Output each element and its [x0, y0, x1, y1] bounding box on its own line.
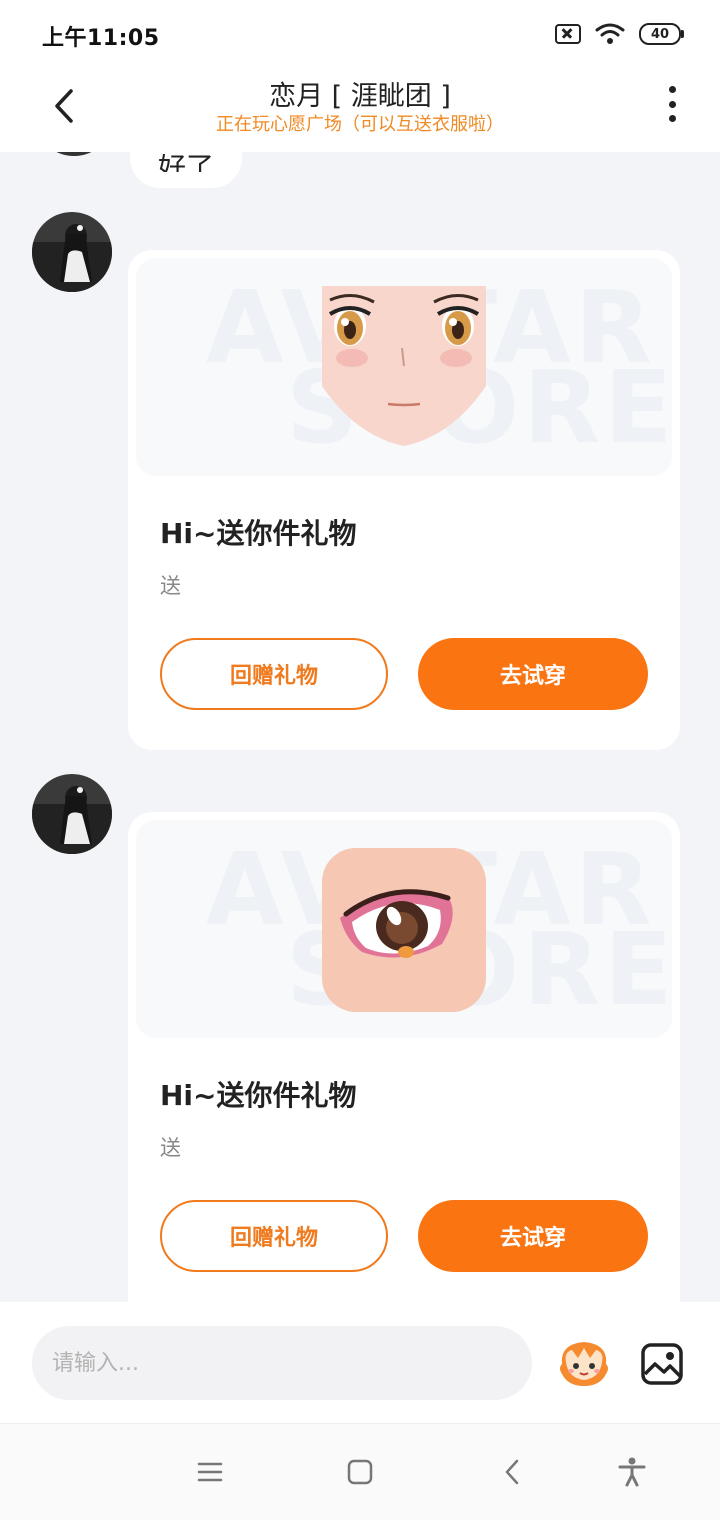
sticker-button[interactable] — [556, 1338, 612, 1390]
nav-back-button[interactable] — [492, 1452, 532, 1492]
back-arrow-icon — [505, 1459, 519, 1485]
chat-header: 恋月 [ 涯眦团 ] 正在玩心愿广场（可以互送衣服啦） — [0, 66, 720, 152]
more-dot-icon — [668, 100, 676, 108]
input-bar — [0, 1302, 720, 1424]
status-icons: 40 — [555, 22, 684, 46]
avatar[interactable] — [34, 152, 114, 156]
message-bubble[interactable]: 好了 — [130, 152, 243, 188]
menu-icon — [197, 1462, 223, 1482]
message-text: 好了 — [158, 154, 215, 172]
face-item-icon — [322, 286, 486, 446]
image-picker-button[interactable] — [640, 1342, 684, 1386]
battery-level: 40 — [639, 23, 681, 45]
try-on-button[interactable]: 去试穿 — [418, 1200, 648, 1272]
image-icon — [641, 1343, 683, 1385]
gift-subtitle: 送 — [160, 1136, 181, 1160]
gift-subtitle: 送 — [160, 574, 181, 598]
message-input[interactable] — [32, 1326, 532, 1400]
nav-accessibility-button[interactable] — [612, 1452, 652, 1492]
avatar[interactable] — [32, 774, 112, 854]
avatar[interactable] — [32, 212, 112, 292]
accessibility-icon — [618, 1457, 646, 1487]
more-options-button[interactable] — [652, 84, 692, 124]
battery-icon: 40 — [639, 23, 684, 45]
gift-title: Hi~送你件礼物 — [160, 517, 357, 550]
chat-status: 正在玩心愿广场（可以互送衣服啦） — [216, 114, 504, 135]
avatar-image — [32, 212, 112, 292]
home-square-icon — [347, 1459, 373, 1485]
try-on-button[interactable]: 去试穿 — [418, 638, 648, 710]
chat-title: 恋月 [ 涯眦团 ] — [269, 81, 451, 112]
gift-preview[interactable]: AVATAR STORE — [136, 820, 672, 1038]
gift-card[interactable]: AVATAR STORE Hi~送你件礼物 送 回赠礼物 去试穿 — [128, 812, 680, 1302]
gift-title: Hi~送你件礼物 — [160, 1079, 357, 1112]
gift-preview[interactable]: AVATAR STORE — [136, 258, 672, 476]
wifi-icon — [595, 23, 625, 44]
system-nav-bar — [0, 1424, 720, 1520]
return-gift-button[interactable]: 回赠礼物 — [160, 638, 388, 710]
status-bar: 上午11:05 40 — [0, 0, 720, 66]
nav-menu-button[interactable] — [190, 1452, 230, 1492]
more-dot-icon — [668, 86, 676, 93]
nav-home-button[interactable] — [340, 1452, 380, 1492]
chat-area[interactable]: 好了 AVATAR STORE — [0, 152, 720, 1302]
more-dot-icon — [668, 115, 676, 122]
status-time: 上午11:05 — [42, 26, 160, 51]
return-gift-button[interactable]: 回赠礼物 — [160, 1200, 388, 1272]
mascot-icon — [560, 1342, 608, 1386]
eye-item-icon — [322, 848, 486, 1012]
avatar-image — [32, 774, 112, 854]
gift-card[interactable]: AVATAR STORE — [128, 250, 680, 750]
no-sim-icon — [555, 24, 581, 44]
